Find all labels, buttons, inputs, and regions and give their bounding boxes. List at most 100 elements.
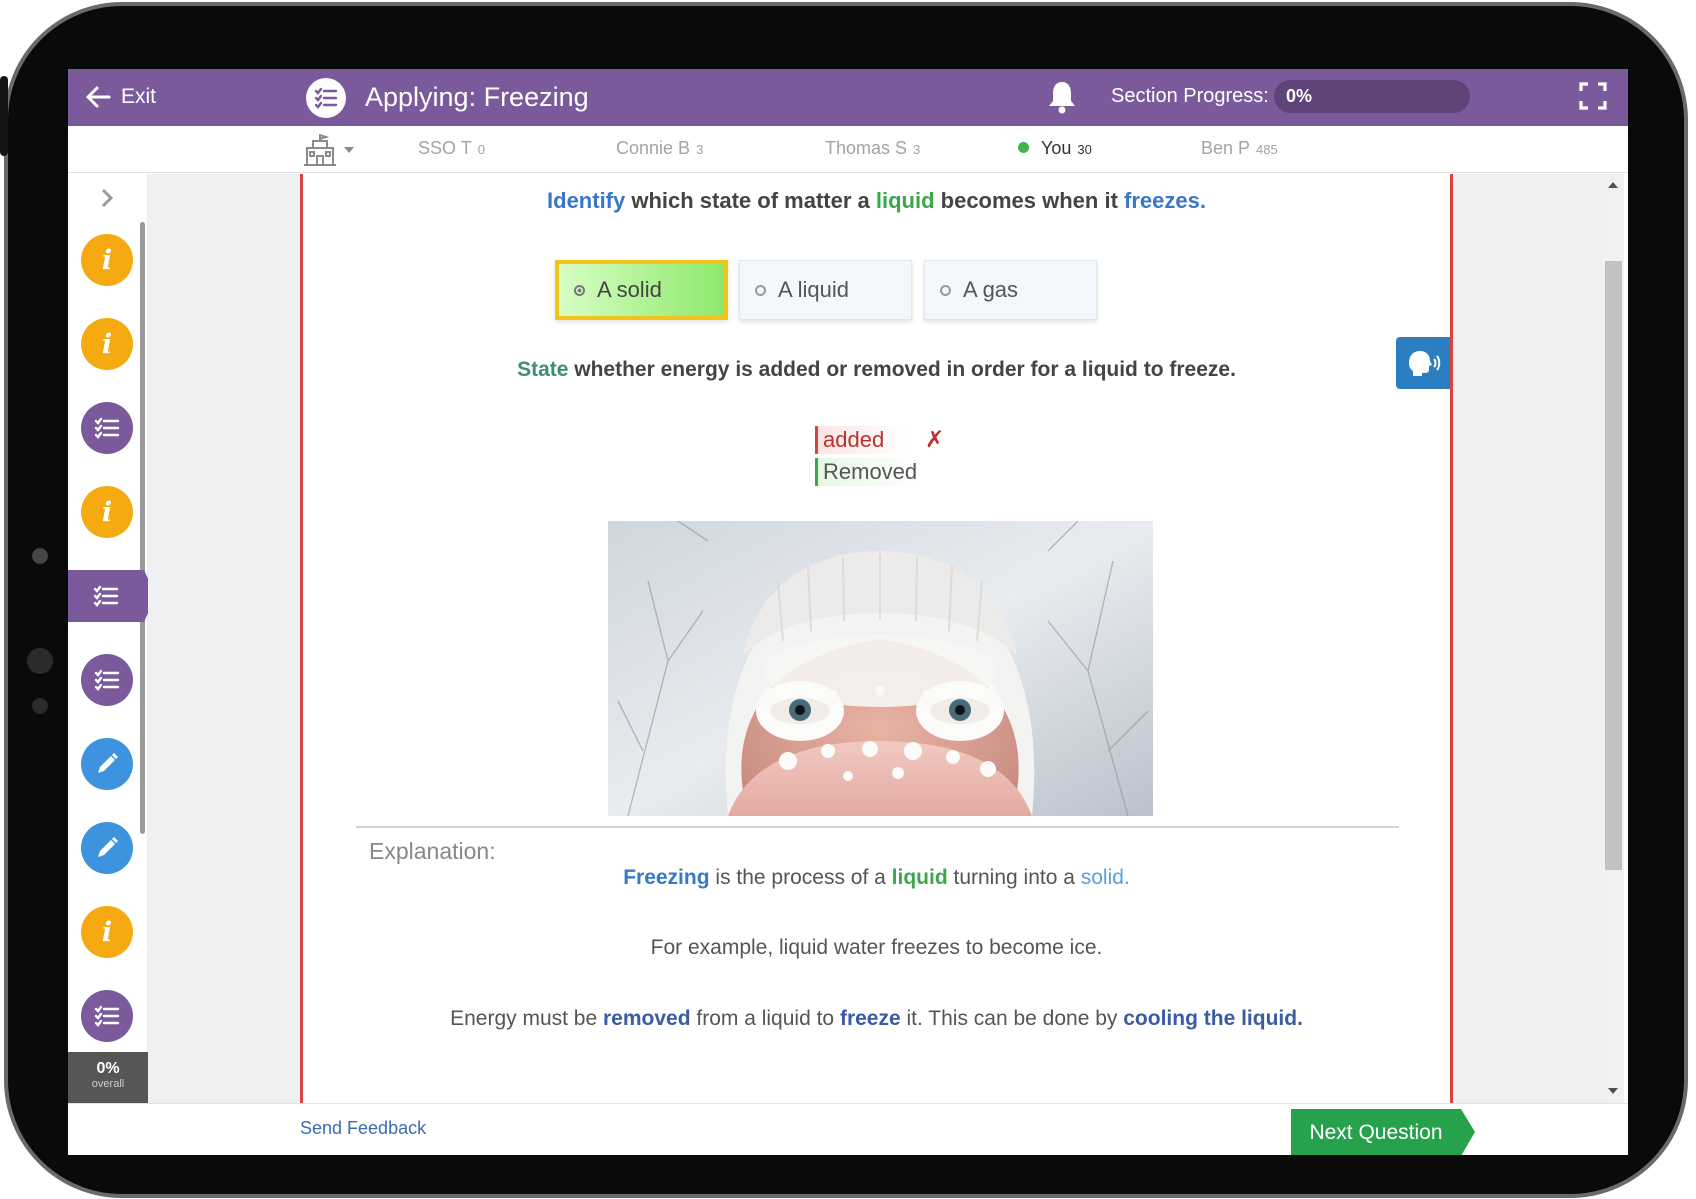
info-step-icon[interactable]: i [81, 486, 133, 538]
section-progress-value: 0% [1286, 86, 1313, 106]
checklist-step-icon[interactable] [81, 402, 133, 454]
question-2-text: State whether energy is added or removed… [303, 358, 1450, 382]
scroll-thumb[interactable] [1605, 261, 1622, 870]
pencil-step-icon[interactable] [81, 822, 133, 874]
text-fragment: whether energy is added or removed in or… [568, 358, 1236, 381]
correct-answer: Removed [815, 458, 925, 486]
leaderboard-entry: SSO T 0 [418, 138, 485, 159]
radio-selected-icon [574, 284, 585, 296]
top-bar: Exit Applying: Freezing Section Progress… [68, 69, 1628, 126]
radio-icon [940, 284, 951, 296]
scroll-up-arrow-icon[interactable] [1608, 182, 1618, 188]
incorrect-mark-icon: ✗ [925, 427, 945, 453]
text-fragment: which state of matter a [625, 188, 876, 213]
notification-bell-icon[interactable] [1046, 79, 1078, 115]
text-to-speech-button[interactable] [1396, 337, 1450, 389]
caret-down-icon [344, 147, 354, 153]
school-selector[interactable] [302, 133, 362, 167]
text-fragment: Identify [547, 188, 626, 213]
section-progress-bar: 0% [1274, 80, 1470, 113]
arrow-left-icon [86, 86, 111, 108]
online-status-dot [1018, 142, 1029, 153]
pencil-step-icon[interactable] [81, 738, 133, 790]
scroll-down-arrow-icon[interactable] [1608, 1088, 1618, 1094]
text-fragment: is the process of a [709, 866, 892, 889]
info-step-icon[interactable]: i [81, 318, 133, 370]
leaderboard-name: Thomas S [825, 138, 908, 158]
tablet-frame: Exit Applying: Freezing Section Progress… [0, 0, 1696, 1199]
checklist-step-icon[interactable] [81, 990, 133, 1042]
next-question-button[interactable]: Next Question [1291, 1109, 1475, 1155]
text-fragment: turning into a [947, 866, 1081, 889]
leaderboard-score: 0 [477, 142, 485, 157]
radio-icon [755, 284, 766, 296]
wrong-answer: added [815, 426, 907, 454]
option-label: A liquid [778, 277, 849, 302]
overall-progress-label: overall [91, 1078, 125, 1090]
section-progress-label: Section Progress: [1111, 85, 1269, 107]
text-fragment: liquid [891, 866, 948, 889]
explanation-line-1: Freezing is the process of a liquid turn… [303, 866, 1450, 890]
leaderboard-entry: You 30 [1018, 138, 1092, 159]
text-fragment: removed [603, 1007, 691, 1030]
speaking-head-icon [1409, 351, 1441, 376]
content-scrollbar[interactable] [1602, 174, 1624, 1104]
frozen-face-photo [608, 521, 1153, 816]
explanation-divider [356, 826, 1399, 828]
question-card: Identify which state of matter a liquid … [300, 174, 1453, 1104]
checklist-icon [306, 78, 346, 118]
checklist-step-icon-active[interactable] [68, 570, 156, 622]
text-fragment: State [517, 358, 569, 381]
option-a-gas[interactable]: A gas [924, 260, 1097, 320]
camera-lens [32, 548, 48, 564]
exit-button[interactable]: Exit [85, 81, 156, 113]
leaderboard-score: 30 [1077, 142, 1092, 157]
option-label: A gas [963, 277, 1019, 302]
option-a-liquid[interactable]: A liquid [739, 260, 912, 320]
leaderboard-name: Connie B [616, 138, 691, 158]
text-fragment: freezes. [1124, 188, 1206, 213]
text-fragment: Energy must be [450, 1007, 603, 1030]
leaderboard-score: 485 [1256, 142, 1278, 157]
text-fragment: freeze [839, 1007, 901, 1030]
leaderboard-name: You [1041, 138, 1072, 158]
info-step-icon[interactable]: i [81, 234, 133, 286]
question-1-text: Identify which state of matter a liquid … [303, 188, 1450, 214]
leaderboard-score: 3 [913, 142, 921, 157]
background-panel-right [1453, 174, 1602, 1104]
tablet-side-button [0, 76, 8, 156]
overall-progress-value: 0% [96, 1060, 120, 1077]
leaderboard-entry: Ben P 485 [1201, 138, 1278, 159]
step-sidebar: iiii 0% overall [68, 174, 156, 1104]
sidebar-scrollbar[interactable] [140, 222, 145, 834]
leaderboard-name: Ben P [1201, 138, 1251, 158]
leaderboard-score: 3 [696, 142, 704, 157]
checklist-step-icon[interactable] [81, 654, 133, 706]
text-fragment: it. This can be done by [900, 1007, 1124, 1030]
overall-progress: 0% overall [68, 1052, 148, 1104]
text-fragment: solid. [1080, 866, 1130, 889]
app-screen: Exit Applying: Freezing Section Progress… [68, 69, 1628, 1155]
exit-label: Exit [121, 85, 157, 108]
leaderboard-name: SSO T [418, 138, 472, 158]
fullscreen-icon[interactable] [1577, 79, 1609, 113]
lesson-title: Applying: Freezing [365, 82, 589, 112]
option-a-solid[interactable]: A solid [555, 260, 728, 320]
info-step-icon[interactable]: i [81, 906, 133, 958]
leaderboard-entry: Thomas S 3 [825, 138, 920, 159]
leaderboard-entry: Connie B 3 [616, 138, 703, 159]
camera-sensor [27, 648, 53, 674]
chevron-right-icon[interactable] [96, 186, 118, 210]
explanation-line-2: For example, liquid water freezes to bec… [650, 936, 1103, 959]
text-fragment: cooling the liquid. [1123, 1007, 1303, 1030]
text-fragment: liquid [875, 188, 935, 213]
leaderboard-bar: SSO T 0 Connie B 3 Thomas S 3 You 30 Ben P 485 [68, 126, 1628, 173]
bottom-bar: Send Feedback Next Question [68, 1103, 1628, 1155]
send-feedback-link[interactable]: Send Feedback [300, 1118, 426, 1139]
text-fragment: Freezing [623, 866, 710, 889]
background-panel-left [148, 174, 300, 1104]
text-fragment: becomes when it [934, 188, 1125, 213]
camera-sensor [32, 698, 48, 714]
school-building-icon [304, 134, 336, 166]
explanation-line-3: Energy must be removed from a liquid to … [303, 1007, 1450, 1031]
